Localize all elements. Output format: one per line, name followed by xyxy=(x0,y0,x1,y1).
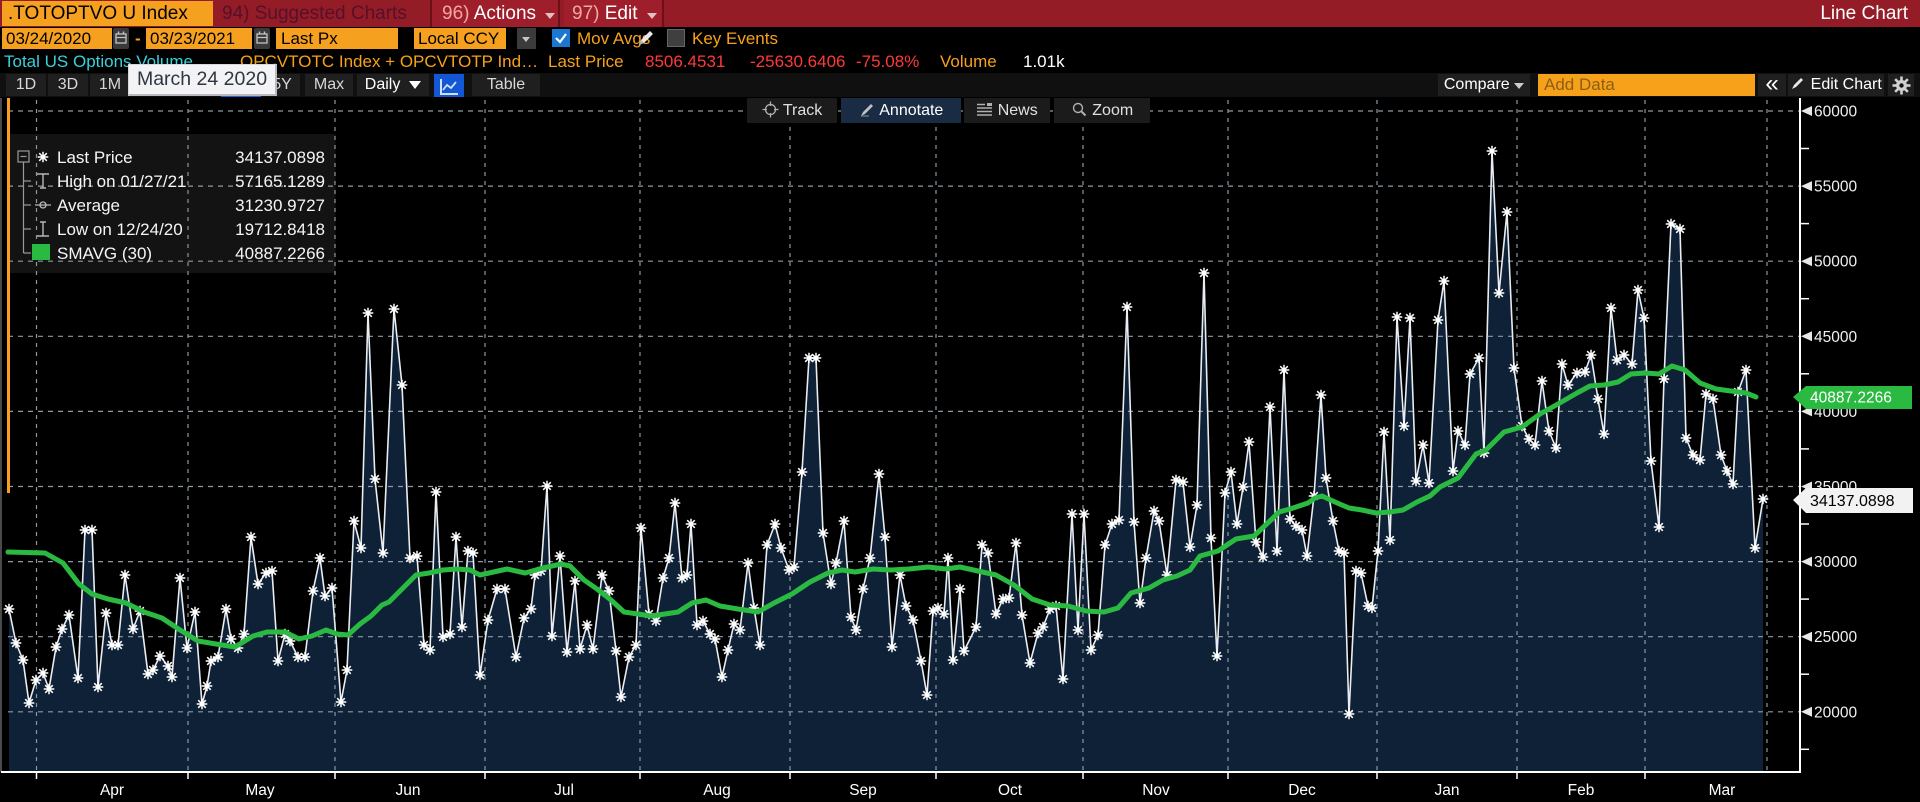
svg-text:34137.0898: 34137.0898 xyxy=(1810,493,1895,510)
svg-text:Average: Average xyxy=(57,196,120,215)
svg-text:Mar: Mar xyxy=(1709,782,1736,799)
svg-text:Jan: Jan xyxy=(1435,782,1460,799)
svg-text:Last Price: Last Price xyxy=(57,148,133,167)
svg-text:High on 01/27/21: High on 01/27/21 xyxy=(57,172,187,191)
svg-text:Oct: Oct xyxy=(998,782,1023,799)
svg-text:50000: 50000 xyxy=(1814,254,1857,271)
svg-text:May: May xyxy=(245,782,275,799)
svg-text:Sep: Sep xyxy=(849,782,877,799)
svg-text:40887.2266: 40887.2266 xyxy=(235,244,325,263)
svg-text:57165.1289: 57165.1289 xyxy=(235,172,325,191)
svg-text:45000: 45000 xyxy=(1814,329,1857,346)
svg-text:31230.9727: 31230.9727 xyxy=(235,196,325,215)
svg-text:Nov: Nov xyxy=(1142,782,1170,799)
svg-text:Low on 12/24/20: Low on 12/24/20 xyxy=(57,220,183,239)
svg-text:40887.2266: 40887.2266 xyxy=(1810,390,1892,407)
svg-text:30000: 30000 xyxy=(1814,554,1857,571)
svg-text:Dec: Dec xyxy=(1288,782,1316,799)
svg-text:25000: 25000 xyxy=(1814,629,1857,646)
svg-text:Feb: Feb xyxy=(1568,782,1595,799)
svg-text:60000: 60000 xyxy=(1814,104,1857,121)
svg-text:Aug: Aug xyxy=(703,782,731,799)
svg-text:55000: 55000 xyxy=(1814,179,1857,196)
svg-text:34137.0898: 34137.0898 xyxy=(235,148,325,167)
svg-text:Apr: Apr xyxy=(100,782,124,799)
svg-text:20000: 20000 xyxy=(1814,704,1857,721)
svg-text:SMAVG (30): SMAVG (30) xyxy=(57,244,152,263)
svg-text:Jul: Jul xyxy=(554,782,574,799)
svg-text:Jun: Jun xyxy=(396,782,421,799)
svg-text:19712.8418: 19712.8418 xyxy=(235,220,325,239)
